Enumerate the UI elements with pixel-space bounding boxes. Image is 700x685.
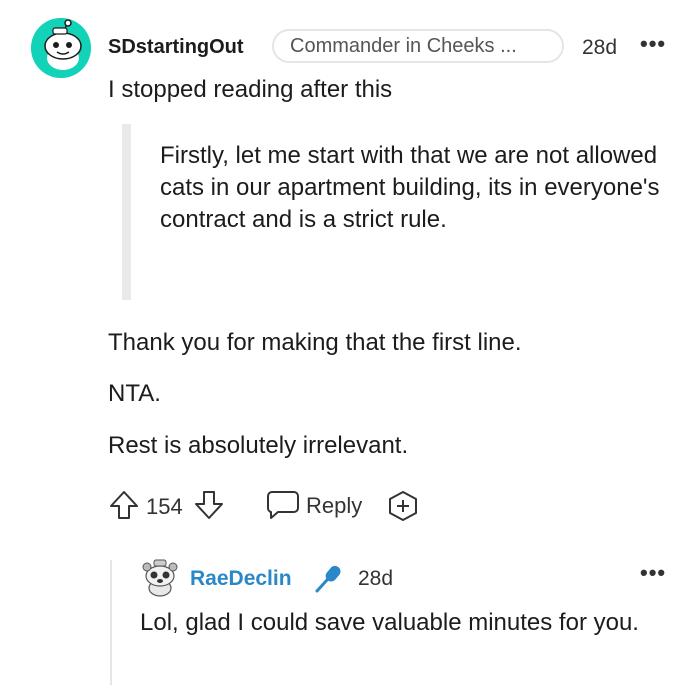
reply-label[interactable]: Reply: [306, 493, 362, 519]
reply-username[interactable]: RaeDeclin: [190, 567, 292, 591]
speech-bubble-icon: [267, 491, 299, 519]
award-button[interactable]: [386, 489, 420, 528]
thread-line[interactable]: [110, 560, 112, 685]
reply-avatar[interactable]: [139, 558, 181, 603]
comment-username[interactable]: SDstartingOut: [108, 36, 244, 59]
reply-text: Lol, glad I could save valuable minutes …: [140, 609, 639, 636]
comment-paragraph: Rest is absolutely irrelevant.: [108, 432, 409, 459]
snoo-avatar-small-icon: [142, 559, 178, 597]
microphone-icon: [313, 563, 345, 598]
upvote-arrow-icon: [110, 491, 138, 519]
vote-count: 154: [146, 494, 183, 519]
blockquote-bar: [122, 124, 131, 300]
comment-paragraph: NTA.: [108, 380, 161, 407]
downvote-button[interactable]: [193, 489, 225, 526]
more-options-icon[interactable]: •••: [640, 31, 666, 57]
add-award-icon: [389, 491, 417, 521]
reply-button[interactable]: [266, 490, 300, 520]
reply-timestamp: 28d: [358, 567, 394, 590]
user-flair: Commander in Cheeks ...: [272, 29, 564, 63]
downvote-arrow-icon: [195, 491, 223, 519]
upvote-button[interactable]: [108, 489, 140, 526]
more-options-icon[interactable]: •••: [640, 560, 666, 586]
blockquote-text: Firstly, let me start with that we are n…: [160, 142, 660, 233]
snoo-avatar-icon: [31, 18, 91, 78]
comment-intro: I stopped reading after this: [108, 76, 393, 103]
user-avatar[interactable]: [31, 18, 91, 78]
comment-timestamp: 28d: [582, 36, 618, 59]
comment-paragraph: Thank you for making that the first line…: [108, 329, 522, 356]
